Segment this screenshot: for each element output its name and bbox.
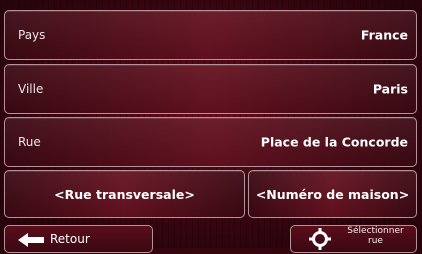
street-value: Place de la Concorde bbox=[260, 134, 408, 150]
cross-street-label: <Rue transversale> bbox=[54, 186, 195, 202]
back-label: Retour bbox=[50, 232, 90, 246]
city-field[interactable]: Ville Paris bbox=[4, 64, 417, 114]
country-field[interactable]: Pays France bbox=[4, 10, 417, 60]
select-street-line2: rue bbox=[368, 236, 383, 246]
house-number-button[interactable]: <Numéro de maison> bbox=[248, 170, 417, 218]
select-street-button[interactable]: Sélectionner rue bbox=[290, 225, 417, 253]
city-value: Paris bbox=[372, 81, 408, 97]
crosshair-target-icon bbox=[309, 228, 331, 250]
back-button[interactable]: Retour bbox=[4, 225, 153, 253]
street-label: Rue bbox=[18, 135, 41, 149]
house-number-label: <Numéro de maison> bbox=[255, 186, 410, 202]
street-field[interactable]: Rue Place de la Concorde bbox=[4, 117, 417, 167]
country-value: France bbox=[360, 27, 408, 43]
city-label: Ville bbox=[18, 82, 44, 96]
select-street-line1: Sélectionner bbox=[347, 226, 404, 236]
country-label: Pays bbox=[18, 28, 46, 42]
arrow-left-icon bbox=[18, 232, 44, 247]
select-street-label: Sélectionner rue bbox=[341, 226, 410, 246]
cross-street-button[interactable]: <Rue transversale> bbox=[4, 170, 245, 218]
